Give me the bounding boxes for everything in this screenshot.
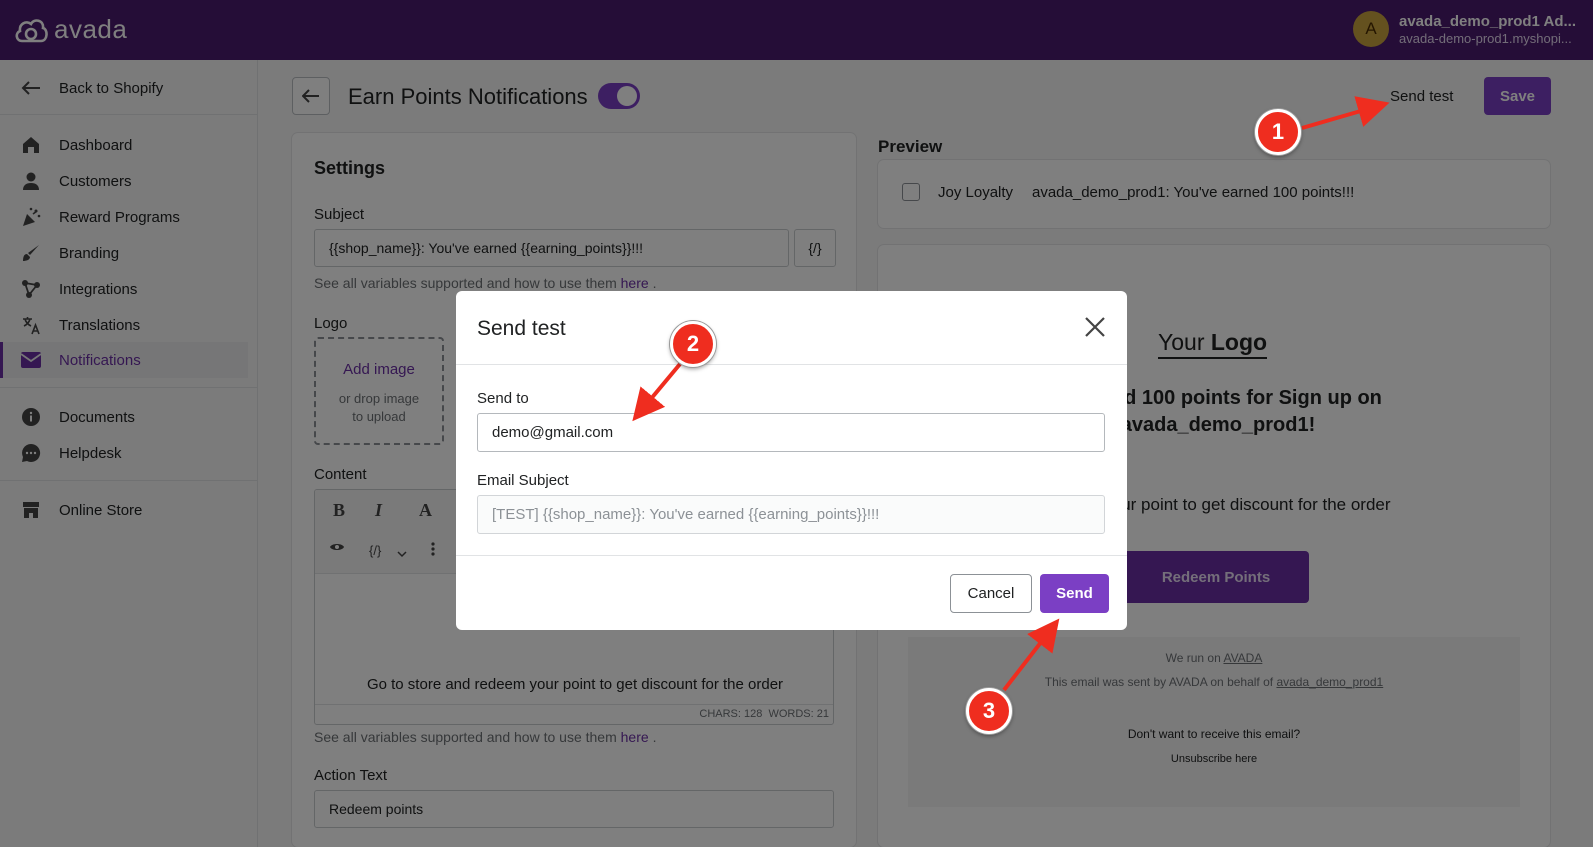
send-to-label: Send to [477, 390, 529, 407]
cancel-button[interactable]: Cancel [950, 574, 1032, 613]
annotation-marker-3: 3 [966, 688, 1012, 734]
send-button[interactable]: Send [1040, 574, 1109, 613]
modal-divider [456, 555, 1127, 556]
close-icon[interactable] [1083, 315, 1107, 339]
annotation-marker-2: 2 [670, 321, 716, 367]
send-to-input[interactable]: demo@gmail.com [477, 413, 1105, 452]
modal-title: Send test [477, 317, 566, 340]
send-test-modal: Send test Send to demo@gmail.com Email S… [456, 291, 1127, 630]
email-subject-input[interactable]: [TEST] {{shop_name}}: You've earned {{ea… [477, 495, 1105, 534]
annotation-marker-1: 1 [1255, 109, 1301, 155]
email-subject-label: Email Subject [477, 472, 569, 489]
modal-divider [456, 364, 1127, 365]
